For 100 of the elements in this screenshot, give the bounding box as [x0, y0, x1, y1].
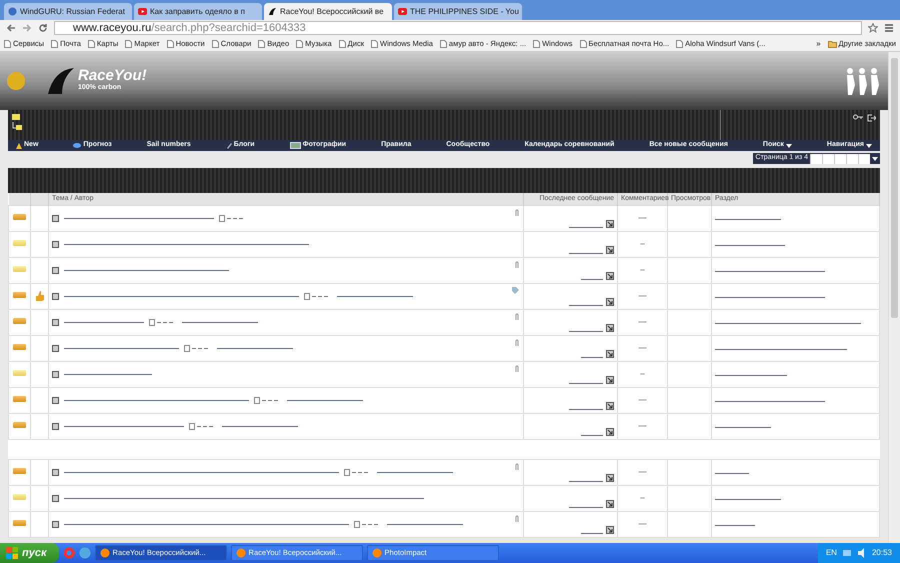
page-links[interactable]	[189, 422, 213, 430]
last-post-link[interactable]	[581, 434, 603, 436]
page-icon	[580, 40, 587, 48]
go-to-post-icon	[606, 526, 614, 534]
browser-tab[interactable]: Как заправить одеяло в п	[134, 3, 262, 20]
page-icon	[304, 292, 310, 300]
page-icon	[254, 396, 260, 404]
topic-icon	[52, 396, 59, 404]
last-post-link[interactable]	[569, 304, 603, 306]
page-number-field[interactable]	[822, 154, 834, 164]
comment-count: –	[640, 493, 645, 502]
last-post-link[interactable]	[569, 252, 603, 254]
last-post-link[interactable]	[581, 356, 603, 358]
page-icon	[212, 40, 219, 48]
last-post-link[interactable]	[581, 532, 603, 534]
app-icon	[100, 548, 110, 558]
forward-arrow-icon	[22, 23, 32, 33]
last-post-link[interactable]	[569, 480, 603, 482]
comment-count: –	[640, 239, 645, 248]
last-post-link[interactable]	[569, 382, 603, 384]
browser-tab[interactable]: RaceYou! Всероссийский ве	[264, 3, 392, 20]
topic-icon	[52, 292, 59, 300]
go-to-post-icon	[606, 272, 614, 280]
page-links[interactable]	[184, 344, 208, 352]
go-to-post-icon	[606, 350, 614, 358]
comment-count: —	[638, 291, 646, 300]
clock: 20:53	[872, 547, 892, 559]
key-icon	[853, 114, 863, 120]
go-to-post-icon	[606, 376, 614, 384]
play-icon	[398, 7, 407, 16]
page-icon	[4, 40, 11, 48]
go-to-post-icon	[606, 220, 614, 228]
reload-icon	[38, 23, 48, 33]
bell-icon	[16, 142, 22, 148]
topic-icon	[52, 214, 59, 222]
comment-count: —	[638, 421, 646, 430]
subfolder-icon	[12, 122, 22, 130]
speaker-icon	[856, 548, 867, 558]
browser-tab[interactable]: WindGURU: Russian Federat	[4, 3, 132, 20]
page-number-field[interactable]	[810, 154, 822, 164]
go-to-post-icon	[606, 500, 614, 508]
page-icon	[189, 422, 195, 430]
network-icon	[842, 548, 852, 558]
page-links[interactable]	[354, 520, 378, 528]
menu-icon	[884, 23, 894, 33]
last-post-link[interactable]	[569, 408, 603, 410]
topic-icon	[52, 266, 59, 274]
photo-icon	[290, 142, 301, 149]
topic-icon	[52, 370, 59, 378]
pen-icon	[226, 142, 232, 149]
page-number-field[interactable]	[834, 154, 846, 164]
topic-icon	[52, 468, 59, 476]
topic-icon	[52, 520, 59, 528]
logout-icon	[867, 114, 876, 122]
start-button[interactable]: пуск	[0, 543, 59, 563]
last-post-link[interactable]	[569, 330, 603, 332]
browser-icon	[62, 547, 75, 559]
browser-tab[interactable]: THE PHILIPPINES SIDE - You	[394, 3, 522, 20]
go-to-post-icon	[606, 324, 614, 332]
page-icon	[166, 40, 174, 48]
page-icon	[533, 40, 540, 48]
topic-icon	[52, 494, 59, 502]
page-icon	[219, 214, 225, 222]
page-icon	[51, 40, 58, 48]
go-to-post-icon	[606, 428, 614, 436]
page-number-field[interactable]	[858, 154, 870, 164]
page-icon	[184, 344, 190, 352]
play-icon	[138, 7, 147, 16]
comment-count: —	[638, 395, 646, 404]
star-icon	[868, 23, 878, 33]
page-links[interactable]	[219, 214, 243, 222]
comment-count: —	[638, 519, 646, 528]
back-arrow-icon	[6, 23, 16, 33]
page-icon	[125, 40, 132, 48]
last-post-link[interactable]	[569, 226, 603, 228]
comment-count: —	[638, 467, 646, 476]
windows-logo-icon	[6, 547, 18, 559]
sail-icon	[268, 7, 277, 16]
caret-icon	[786, 144, 792, 148]
page-icon	[354, 520, 360, 528]
scroll-thumb[interactable]	[891, 58, 898, 318]
page-links[interactable]	[254, 396, 278, 404]
last-post-link[interactable]	[569, 506, 603, 508]
language-indicator[interactable]: EN	[826, 547, 837, 559]
go-to-post-icon	[606, 298, 614, 306]
scrollbar[interactable]	[888, 52, 900, 543]
page-icon	[149, 318, 155, 326]
page-icon	[370, 40, 378, 48]
page-number-field[interactable]	[846, 154, 858, 164]
page-icon	[338, 40, 346, 48]
comment-count: —	[638, 343, 646, 352]
page-links[interactable]	[149, 318, 173, 326]
app-icon	[372, 548, 382, 558]
address-field[interactable]: www.raceyou.ru/search.php?searchid=1604333	[54, 21, 862, 35]
go-to-post-icon	[606, 246, 614, 254]
comment-count: —	[638, 213, 646, 222]
topic-icon	[52, 422, 59, 430]
last-post-link[interactable]	[581, 278, 603, 280]
page-links[interactable]	[304, 292, 328, 300]
page-links[interactable]	[344, 468, 368, 476]
